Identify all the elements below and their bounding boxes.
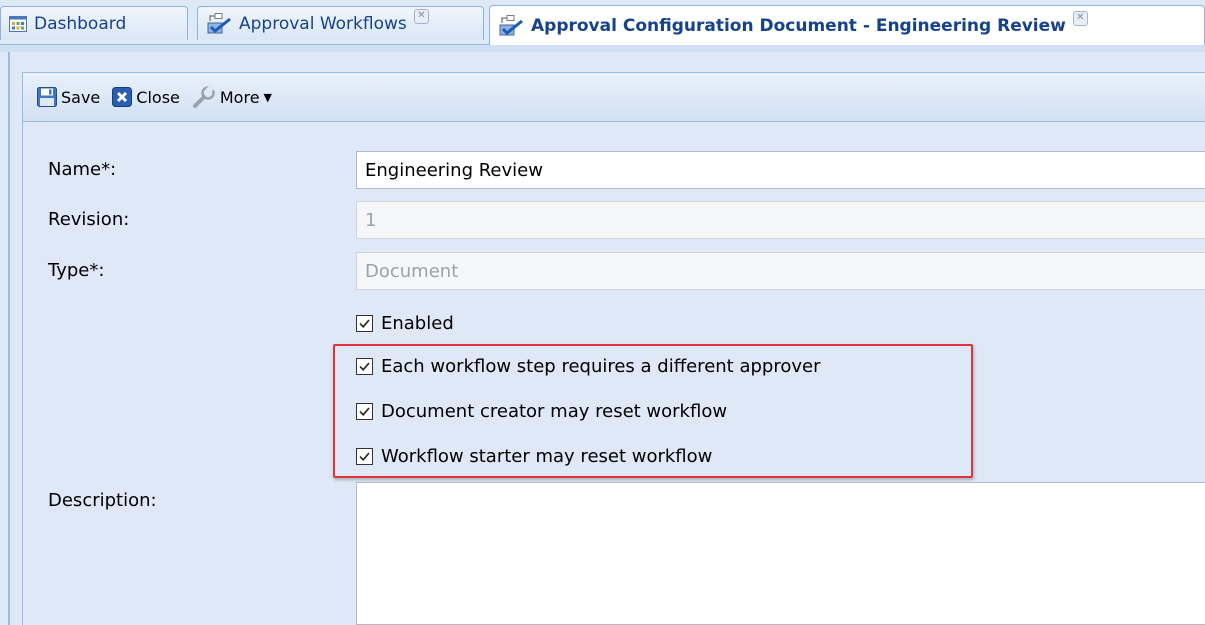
tab-strip: Dashboard Approval Workflows ✕ Approval … — [0, 0, 1205, 53]
tab-approval-workflows[interactable]: Approval Workflows ✕ — [197, 6, 484, 40]
dashboard-icon — [9, 15, 27, 32]
checkbox-checked-icon[interactable] — [356, 315, 373, 332]
revision-value: 1 — [365, 209, 377, 231]
description-label: Description: — [48, 490, 157, 511]
name-value: Engineering Review — [365, 159, 543, 181]
close-button[interactable]: Close — [112, 87, 180, 107]
name-field[interactable]: Engineering Review — [356, 151, 1205, 189]
save-label: Save — [61, 87, 101, 107]
workflow-icon — [498, 14, 524, 37]
type-field: Document — [356, 252, 1205, 290]
tab-approval-configuration[interactable]: Approval Configuration Document - Engine… — [489, 5, 1205, 45]
tab-label: Approval Configuration Document - Engine… — [531, 15, 1066, 36]
save-button[interactable]: Save — [37, 87, 100, 107]
more-label: More — [219, 87, 260, 107]
revision-field: 1 — [356, 201, 1205, 239]
enabled-label: Enabled — [381, 313, 454, 334]
description-textarea[interactable] — [356, 482, 1205, 625]
type-label: Type*: — [48, 260, 105, 281]
close-label: Close — [136, 87, 180, 107]
close-icon — [112, 87, 133, 107]
toolbar: Save Close More ▼ — [22, 72, 1205, 122]
name-label: Name*: — [48, 159, 117, 180]
tab-label: Dashboard — [34, 13, 127, 34]
more-button[interactable]: More ▼ — [192, 86, 272, 108]
panel-border — [8, 52, 10, 625]
close-icon[interactable]: ✕ — [413, 9, 429, 24]
workflow-icon — [206, 12, 232, 35]
wrench-icon — [192, 86, 216, 108]
type-value: Document — [365, 260, 459, 282]
highlight-annotation-box — [333, 344, 973, 478]
tab-label: Approval Workflows — [239, 13, 407, 34]
revision-label: Revision: — [48, 209, 130, 230]
enabled-checkbox-row[interactable]: Enabled — [356, 313, 454, 334]
close-icon[interactable]: ✕ — [1072, 11, 1088, 26]
chevron-down-icon: ▼ — [263, 90, 273, 104]
save-icon — [37, 87, 57, 107]
tab-dashboard[interactable]: Dashboard — [0, 6, 188, 40]
